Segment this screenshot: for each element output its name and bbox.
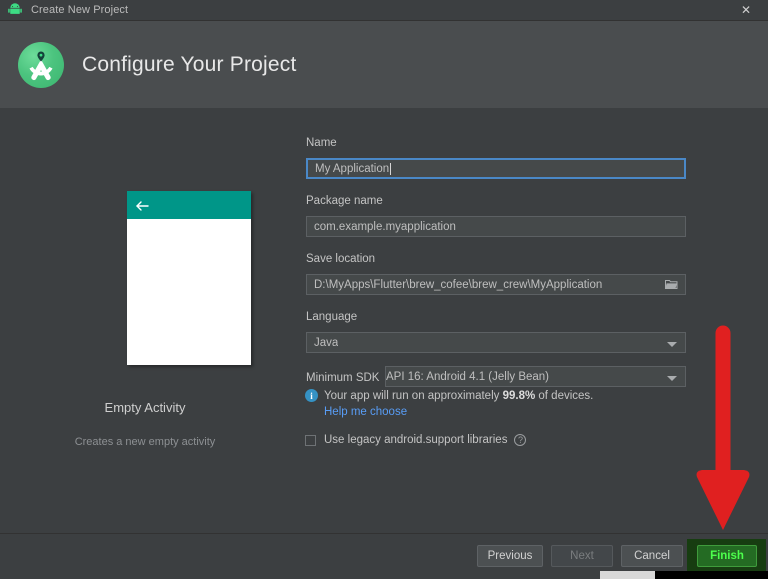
name-input[interactable]: My Application (306, 158, 686, 179)
cancel-button[interactable]: Cancel (621, 545, 683, 567)
package-name-input[interactable]: com.example.myapplication (306, 216, 686, 237)
dialog-body: Empty Activity Creates a new empty activ… (0, 108, 768, 533)
device-coverage-text: Your app will run on approximately 99.8%… (324, 390, 593, 402)
project-form: Name My Application Package name com.exa… (290, 108, 768, 533)
chevron-down-icon (667, 342, 677, 347)
info-icon: i (305, 389, 318, 402)
create-new-project-dialog: Create New Project ✕ Configure Your Proj… (0, 0, 768, 579)
previous-button[interactable]: Previous (477, 545, 543, 567)
dialog-header: Configure Your Project (0, 21, 768, 108)
bottom-strip-left (0, 571, 600, 579)
android-robot-icon (7, 2, 23, 18)
page-title: Configure Your Project (82, 52, 297, 76)
legacy-libraries-row[interactable]: Use legacy android.support libraries ? (305, 434, 527, 446)
template-name: Empty Activity (104, 400, 186, 415)
template-preview-card (127, 191, 251, 365)
language-select[interactable]: Java (306, 332, 686, 353)
minimum-sdk-value: API 16: Android 4.1 (Jelly Bean) (386, 370, 550, 383)
coverage-text-after: of devices. (538, 389, 594, 402)
package-name-label: Package name (306, 195, 383, 207)
minimum-sdk-label: Minimum SDK (306, 372, 380, 384)
language-label: Language (306, 311, 358, 323)
next-button: Next (551, 545, 613, 567)
name-label: Name (306, 137, 337, 149)
save-location-value: D:\MyApps\Flutter\brew_cofee\brew_crew\M… (314, 278, 603, 291)
name-input-value: My Application (315, 162, 390, 175)
finish-button[interactable]: Finish (697, 545, 757, 567)
window-title-bar: Create New Project ✕ (0, 0, 768, 21)
android-studio-logo (18, 41, 64, 88)
window-title: Create New Project (31, 4, 129, 16)
legacy-libraries-label: Use legacy android.support libraries (324, 434, 508, 446)
language-value: Java (314, 336, 339, 349)
help-me-choose-link[interactable]: Help me choose (324, 406, 407, 418)
coverage-percent: 99.8% (502, 389, 536, 402)
arrow-left-icon (136, 199, 150, 211)
coverage-text-before: Your app will run on approximately (324, 389, 500, 402)
dialog-footer: Previous Next Cancel (0, 533, 768, 572)
save-location-input[interactable]: D:\MyApps\Flutter\brew_cofee\brew_crew\M… (306, 274, 686, 295)
legacy-libraries-checkbox[interactable] (305, 434, 316, 446)
text-caret (390, 162, 392, 175)
device-coverage-info: i Your app will run on approximately 99.… (305, 389, 593, 402)
save-location-label: Save location (306, 253, 376, 265)
template-description: Creates a new empty activity (74, 436, 216, 448)
package-name-value: com.example.myapplication (314, 220, 456, 233)
close-icon[interactable]: ✕ (724, 0, 768, 20)
minimum-sdk-select[interactable]: API 16: Android 4.1 (Jelly Bean) (385, 366, 686, 387)
preview-appbar (127, 191, 251, 219)
question-circle-icon[interactable]: ? (514, 434, 527, 446)
bottom-strip-highlight (600, 571, 655, 579)
template-preview-panel: Empty Activity Creates a new empty activ… (0, 108, 290, 533)
chevron-down-icon (667, 376, 677, 381)
folder-icon[interactable] (665, 279, 678, 290)
bottom-screen-edge (0, 571, 768, 579)
